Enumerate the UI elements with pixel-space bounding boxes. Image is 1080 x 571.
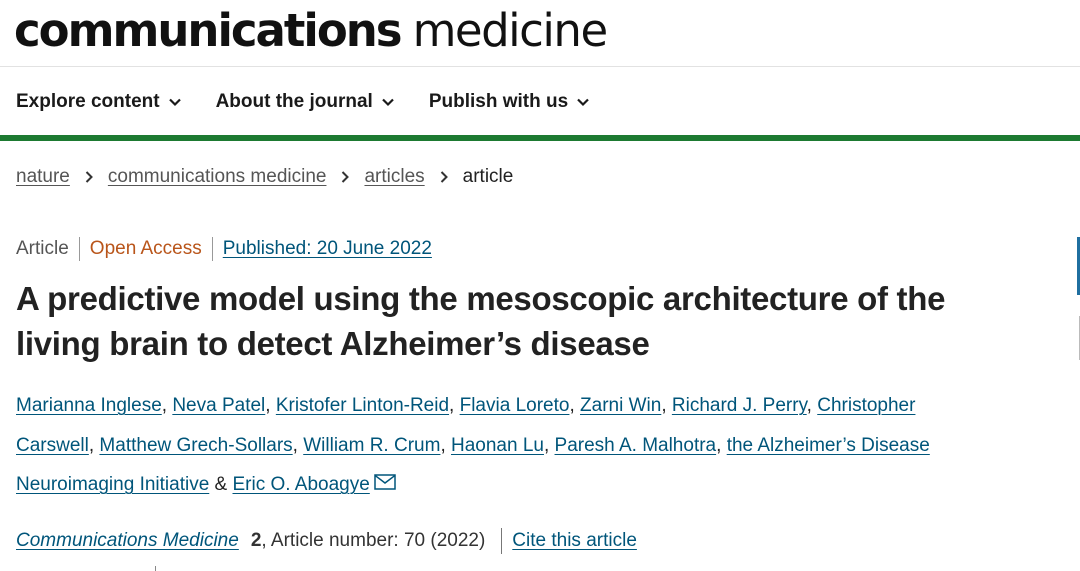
author-link[interactable]: Richard J. Perry: [672, 395, 807, 416]
author-link[interactable]: Marianna Inglese: [16, 395, 162, 416]
author-link[interactable]: Paresh A. Malhotra: [555, 435, 717, 456]
chevron-down-icon: [382, 98, 394, 107]
journal-link[interactable]: Communications Medicine: [16, 530, 239, 552]
chevron-right-icon: [342, 171, 350, 183]
nav-label: Explore content: [16, 91, 160, 112]
article-type: Article: [16, 238, 69, 259]
author-link[interactable]: Neva Patel: [172, 395, 265, 416]
author-link[interactable]: Haonan Lu: [451, 435, 544, 456]
chevron-right-icon: [440, 171, 448, 183]
cite-this-article-link[interactable]: Cite this article: [512, 530, 637, 552]
breadcrumb: nature communications medicine articles …: [16, 166, 513, 188]
author-separator: ,: [543, 434, 555, 456]
author-separator: ,: [265, 395, 276, 416]
author-separator: ,: [88, 434, 100, 456]
header-divider: [0, 66, 1080, 67]
article-number: , Article number: 70 (2022): [261, 530, 486, 551]
author-list: Marianna Inglese, Neva Patel, Kristofer …: [16, 386, 956, 505]
author-separator: ,: [806, 395, 818, 416]
breadcrumb-link-communications-medicine[interactable]: communications medicine: [108, 166, 327, 188]
breadcrumb-current: article: [462, 166, 514, 187]
article-title: A predictive model using the mesoscopic …: [16, 280, 946, 362]
bottom-divider-fragment: [155, 566, 156, 571]
nav-explore-content[interactable]: Explore content: [16, 86, 182, 118]
meta-divider: [211, 237, 213, 261]
author-separator: ,: [292, 434, 304, 456]
chevron-right-icon: [85, 171, 93, 183]
site-logo[interactable]: communications medicine: [14, 4, 609, 64]
author-separator: ,: [716, 434, 727, 456]
citation-row: Communications Medicine 2 , Article numb…: [16, 528, 637, 554]
nav-about-journal[interactable]: About the journal: [216, 86, 395, 118]
author-link[interactable]: Kristofer Linton-Reid: [276, 395, 449, 416]
author-separator: ,: [661, 395, 672, 416]
nav-publish-with-us[interactable]: Publish with us: [429, 86, 590, 118]
author-link[interactable]: Eric O. Aboagye: [233, 474, 370, 495]
breadcrumb-link-nature[interactable]: nature: [16, 166, 70, 188]
breadcrumb-link-articles[interactable]: articles: [364, 166, 424, 188]
citation-divider: [501, 528, 503, 554]
mail-icon[interactable]: [374, 474, 396, 490]
main-nav: Explore content About the journal Publis…: [16, 86, 624, 118]
author-separator: ,: [449, 395, 460, 416]
chevron-down-icon: [168, 98, 181, 107]
nav-accent-bar: [0, 135, 1080, 141]
open-access-label: Open Access: [89, 238, 202, 259]
published-date-link[interactable]: Published: 20 June 2022: [223, 238, 432, 260]
article-meta: Article Open Access Published: 20 June 2…: [16, 237, 432, 261]
author-link[interactable]: Matthew Grech-Sollars: [99, 435, 292, 456]
author-separator: ,: [161, 395, 173, 416]
meta-divider: [78, 237, 80, 261]
author-separator: ,: [440, 434, 451, 456]
author-link[interactable]: Flavia Loreto: [460, 395, 570, 416]
logo-word-communications: communications: [14, 4, 403, 57]
logo-word-medicine: medicine: [412, 4, 609, 57]
author-separator: &: [209, 474, 233, 495]
author-separator: ,: [569, 395, 581, 416]
chevron-down-icon: [577, 98, 589, 107]
nav-label: About the journal: [215, 91, 373, 112]
nav-label: Publish with us: [428, 91, 569, 112]
author-link[interactable]: Zarni Win: [580, 395, 661, 416]
author-link[interactable]: William R. Crum: [303, 435, 440, 456]
volume-number: 2: [250, 530, 262, 551]
